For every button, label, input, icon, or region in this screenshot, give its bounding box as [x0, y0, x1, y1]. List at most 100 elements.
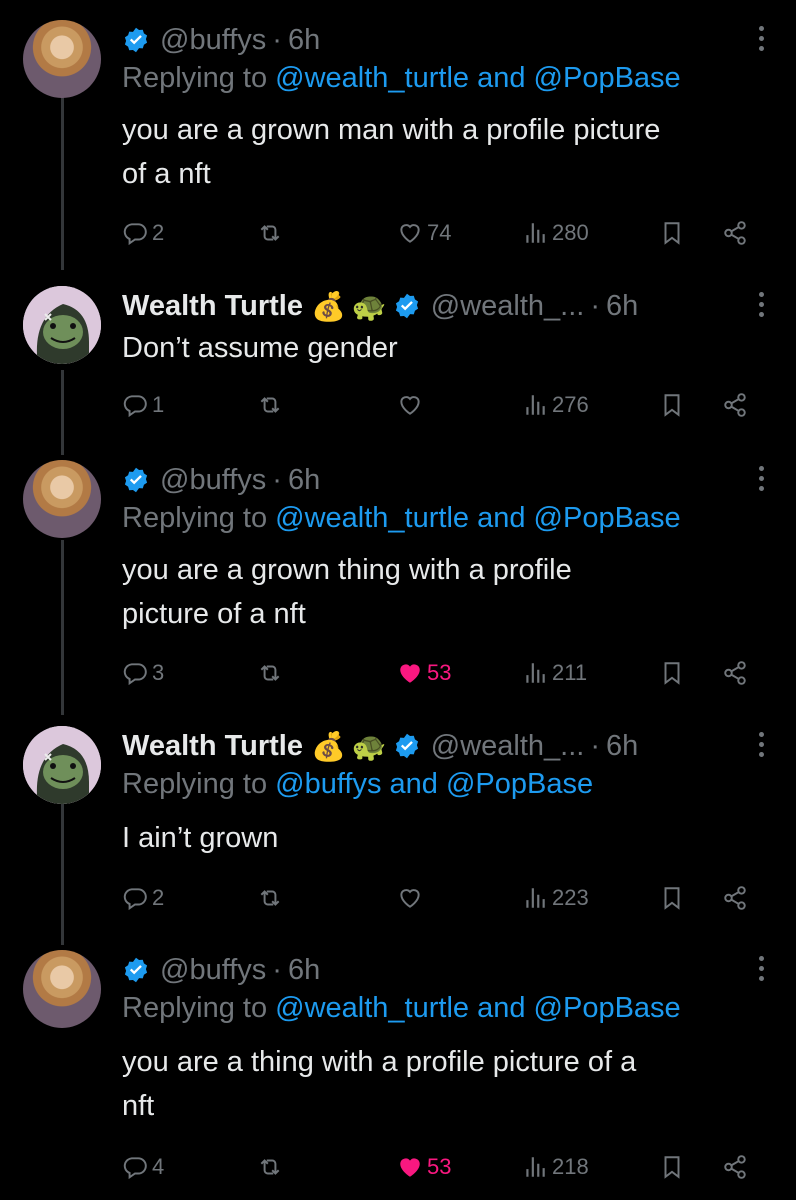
mention-and: and	[477, 992, 526, 1024]
share-button[interactable]	[722, 1147, 748, 1187]
like-button[interactable]: 53	[397, 1147, 451, 1187]
share-button[interactable]	[722, 213, 748, 253]
mention-link[interactable]: @PopBase	[534, 992, 681, 1024]
turtle-emoji: 🐢	[351, 290, 387, 322]
like-button[interactable]	[397, 878, 427, 918]
mention-link[interactable]: @PopBase	[534, 502, 681, 534]
mention-link[interactable]: @wealth_turtle	[275, 502, 469, 534]
reply-button[interactable]: 2	[122, 878, 164, 918]
retweet-button[interactable]	[257, 878, 283, 918]
like-count: 53	[427, 1154, 452, 1179]
text-line: picture of a nft	[122, 598, 306, 630]
bookmark-button[interactable]	[659, 878, 685, 918]
more-options-icon[interactable]	[758, 956, 766, 986]
author-handle[interactable]: @wealth_...	[431, 290, 585, 323]
views-button[interactable]: 280	[522, 213, 589, 253]
reply-count: 2	[152, 885, 165, 910]
more-options-icon[interactable]	[758, 26, 766, 56]
tweet-header: @buffys · 6h	[122, 950, 320, 990]
like-count: 53	[427, 660, 452, 685]
reply-button[interactable]: 4	[122, 1147, 164, 1187]
action-bar: 2 74 280	[122, 213, 762, 253]
text-line: you are a thing with a profile picture o…	[122, 1046, 637, 1078]
views-icon	[522, 392, 548, 418]
mention-link[interactable]: @buffys	[275, 768, 381, 800]
heart-icon	[397, 220, 423, 246]
bookmark-button[interactable]	[659, 653, 685, 693]
turtle-emoji: 🐢	[351, 730, 387, 762]
avatar[interactable]	[23, 20, 101, 98]
author-handle[interactable]: @buffys	[160, 24, 266, 57]
text-line: Don’t assume gender	[122, 332, 398, 364]
reply-button[interactable]: 1	[122, 385, 164, 425]
share-button[interactable]	[722, 878, 748, 918]
heart-icon	[397, 392, 423, 418]
views-button[interactable]: 276	[522, 385, 589, 425]
retweet-icon	[257, 220, 283, 246]
share-icon	[722, 885, 748, 911]
more-options-icon[interactable]	[758, 292, 766, 322]
text-line: you are a grown man with a profile pictu…	[122, 114, 661, 146]
replying-to-label: Replying to	[122, 992, 268, 1024]
share-button[interactable]	[722, 385, 748, 425]
mention-and: and	[477, 62, 526, 94]
like-button[interactable]: 74	[397, 213, 451, 253]
author-handle[interactable]: @wealth_...	[431, 730, 585, 763]
retweet-button[interactable]	[257, 1147, 283, 1187]
timestamp[interactable]: 6h	[606, 730, 638, 763]
timestamp[interactable]: 6h	[288, 24, 320, 57]
text-line: you are a grown thing with a profile	[122, 554, 572, 586]
thread-line	[61, 90, 64, 270]
retweet-button[interactable]	[257, 385, 283, 425]
avatar[interactable]	[23, 460, 101, 538]
reply-button[interactable]: 3	[122, 653, 164, 693]
share-icon	[722, 392, 748, 418]
avatar[interactable]	[23, 286, 101, 364]
share-icon	[722, 660, 748, 686]
share-button[interactable]	[722, 653, 748, 693]
mention-link[interactable]: @wealth_turtle	[275, 992, 469, 1024]
bookmark-button[interactable]	[659, 385, 685, 425]
like-count: 74	[427, 220, 452, 245]
timestamp[interactable]: 6h	[288, 464, 320, 497]
verified-badge-icon	[122, 956, 150, 984]
mention-link[interactable]: @PopBase	[534, 62, 681, 94]
mention-and: and	[389, 768, 438, 800]
tweet-header: Wealth Turtle 💰 🐢 @wealth_... · 6h	[122, 726, 638, 766]
more-options-icon[interactable]	[758, 466, 766, 496]
like-button[interactable]: 53	[397, 653, 451, 693]
views-button[interactable]: 211	[522, 653, 587, 693]
action-bar: 3 53 211	[122, 653, 762, 693]
view-count: 218	[552, 1154, 589, 1179]
tweet-text: I ain’t grown	[122, 816, 772, 860]
retweet-button[interactable]	[257, 653, 283, 693]
reply-icon	[122, 660, 148, 686]
author-name[interactable]: Wealth Turtle	[122, 730, 303, 763]
thread-line	[61, 540, 64, 715]
avatar[interactable]	[23, 726, 101, 804]
retweet-button[interactable]	[257, 213, 283, 253]
thread-line	[61, 800, 64, 945]
view-count: 223	[552, 885, 589, 910]
timestamp[interactable]: 6h	[606, 290, 638, 323]
author-name[interactable]: Wealth Turtle	[122, 290, 303, 323]
views-button[interactable]: 223	[522, 878, 589, 918]
views-button[interactable]: 218	[522, 1147, 589, 1187]
bookmark-button[interactable]	[659, 1147, 685, 1187]
avatar[interactable]	[23, 950, 101, 1028]
separator-dot: ·	[590, 289, 600, 322]
mention-link[interactable]: @PopBase	[446, 768, 593, 800]
bookmark-icon	[659, 392, 685, 418]
like-button[interactable]	[397, 385, 427, 425]
reply-count: 3	[152, 660, 165, 685]
timestamp[interactable]: 6h	[288, 954, 320, 987]
reply-button[interactable]: 2	[122, 213, 164, 253]
author-handle[interactable]: @buffys	[160, 464, 266, 497]
more-options-icon[interactable]	[758, 732, 766, 762]
author-handle[interactable]: @buffys	[160, 954, 266, 987]
bookmark-button[interactable]	[659, 213, 685, 253]
replying-to-label: Replying to	[122, 768, 268, 800]
verified-badge-icon	[122, 466, 150, 494]
mention-link[interactable]: @wealth_turtle	[275, 62, 469, 94]
verified-badge-icon	[393, 292, 421, 320]
